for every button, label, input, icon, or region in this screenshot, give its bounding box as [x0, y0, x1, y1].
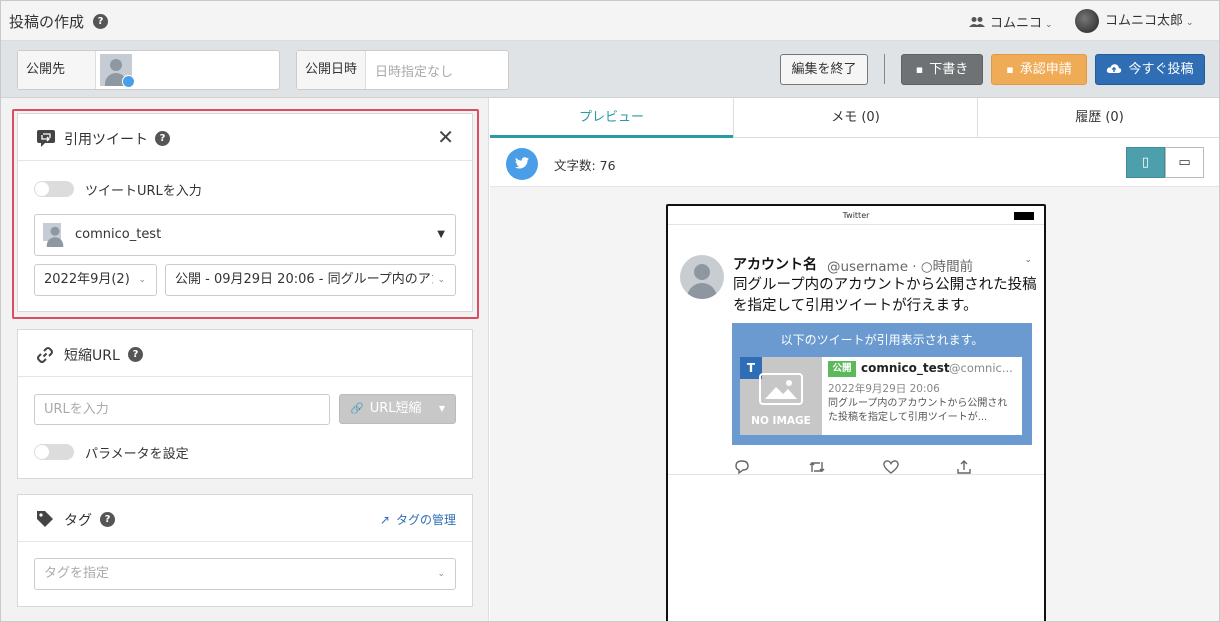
- user-menu[interactable]: コムニコ太郎 ⌄: [1075, 9, 1194, 33]
- desktop-view-button[interactable]: ▭: [1165, 147, 1204, 178]
- twitter-icon: [506, 148, 538, 180]
- team-icon: [969, 17, 985, 27]
- page-title: 投稿の作成: [9, 13, 85, 31]
- desktop-icon: ▭: [1178, 155, 1191, 170]
- tag-card-header: タグ ? ↗ タグの管理: [18, 495, 472, 542]
- parameter-toggle[interactable]: [34, 444, 74, 460]
- tag-select-value: タグを指定: [44, 566, 110, 581]
- save-draft-button[interactable]: ▪ 下書き: [901, 54, 983, 85]
- tweet-body: 同グループ内のアカウントから公開された投稿を指定して引用ツイートが行えます。: [733, 277, 1037, 314]
- manage-tags-link[interactable]: ↗ タグの管理: [380, 511, 456, 528]
- short-url-card-title: 短縮URL: [64, 348, 120, 364]
- no-image-thumbnail: T NO IMAGE: [740, 357, 822, 435]
- tag-card-title: タグ: [64, 513, 92, 529]
- reply-icon[interactable]: [734, 459, 750, 475]
- selected-account-avatar[interactable]: [100, 54, 135, 88]
- character-count: 文字数: 76: [554, 158, 616, 173]
- help-icon[interactable]: ?: [93, 14, 108, 29]
- tab-memo[interactable]: メモ (0): [734, 98, 977, 138]
- team-selector[interactable]: コムニコ ⌄: [969, 12, 1053, 31]
- quoted-tweet-header: 以下のツイートが引用表示されます。: [780, 333, 984, 347]
- battery-icon: [1014, 212, 1034, 220]
- quoted-account-name: comnico_test: [861, 361, 950, 375]
- share-icon[interactable]: [956, 459, 972, 475]
- tweet-actions: [732, 459, 1032, 481]
- finish-edit-button[interactable]: 編集を終了: [780, 54, 868, 85]
- publish-to-label: 公開先 ?: [18, 51, 96, 115]
- publish-date-input[interactable]: 日時指定なし: [375, 61, 453, 80]
- phone-status-bar: Twitter: [668, 206, 1044, 225]
- preview-info-row: 文字数: 76 ▯ ▭: [490, 138, 1219, 187]
- shorten-url-button[interactable]: 🔗 URL短縮 ▼: [339, 394, 456, 424]
- help-icon[interactable]: ?: [100, 512, 115, 527]
- quoted-handle: @comnic...: [949, 361, 1013, 375]
- team-name: コムニコ: [990, 16, 1043, 31]
- short-url-card: 短縮URL ? URLを入力 🔗 URL短縮 ▼ パラメータを設定: [17, 329, 473, 479]
- image-placeholder-icon: [759, 373, 803, 405]
- parameter-toggle-label: パラメータを設定: [85, 447, 189, 462]
- link-icon: 🔗: [350, 402, 364, 415]
- post-toolbar: 公開先 ? 公開日時 日時指定なし 編集を終了 ▪下書き ▪承認申請 今すぐ投稿: [1, 41, 1219, 115]
- tweet-avatar: [680, 255, 724, 299]
- quoted-tweet-card: T NO IMAGE 公開 comnico_test @comnic... 20…: [740, 357, 1022, 435]
- publish-date-label: 公開日時: [297, 51, 366, 89]
- app-window: 投稿の作成 ? コムニコ⌄ コムニコ太郎⌄ 公開先 ? 公開日時 日時指定なし: [0, 0, 1220, 622]
- mobile-view-button[interactable]: ▯: [1126, 147, 1165, 178]
- short-url-card-header: 短縮URL ?: [18, 330, 472, 377]
- chevron-down-icon: ⌄: [1024, 255, 1032, 265]
- help-icon[interactable]: ?: [128, 347, 143, 362]
- preview-tabs: プレビュー メモ (0) 履歴 (0): [490, 98, 1219, 138]
- publish-date-field[interactable]: 公開日時 日時指定なし: [296, 50, 509, 90]
- chevron-down-icon: ⌄: [437, 569, 445, 579]
- no-image-label: NO IMAGE: [751, 415, 811, 427]
- approval-icon: ▪: [1006, 63, 1014, 76]
- top-header: 投稿の作成 ? コムニコ ⌄ コムニコ太郎 ⌄: [1, 1, 1219, 41]
- status-badge: 公開: [828, 361, 856, 377]
- post-now-button[interactable]: 今すぐ投稿: [1095, 54, 1205, 85]
- tag-card: タグ ? ↗ タグの管理 タグを指定 ⌄: [17, 494, 473, 607]
- request-approval-button[interactable]: ▪ 承認申請: [991, 54, 1087, 85]
- toolbar-divider: [884, 54, 885, 84]
- quoted-tweet-box: 以下のツイートが引用表示されます。 T NO IMAGE 公開 comnico_…: [732, 323, 1032, 445]
- tweet-account-name: アカウント名: [733, 257, 817, 273]
- tag-icon: [37, 511, 53, 527]
- tweet-preview: アカウント名 @username · ○時間前 ⌄ 同グループ内のアカウントから…: [668, 225, 1044, 475]
- user-avatar: [1075, 9, 1099, 33]
- link-icon: [37, 347, 53, 363]
- external-link-icon: ↗: [379, 513, 390, 527]
- mobile-icon: ▯: [1141, 155, 1150, 170]
- quoted-date: 2022年9月29日 20:06: [828, 383, 940, 395]
- status-bar-title: Twitter: [842, 211, 870, 220]
- chevron-down-icon: ⌄: [1186, 17, 1194, 28]
- floppy-icon: ▪: [915, 63, 924, 76]
- like-icon[interactable]: [882, 459, 900, 475]
- cloud-upload-icon: [1107, 64, 1122, 73]
- retweet-icon[interactable]: [808, 459, 826, 475]
- user-name: コムニコ太郎: [1105, 13, 1184, 29]
- url-input[interactable]: URLを入力: [34, 394, 330, 425]
- quoted-text: 同グループ内のアカウントから公開された投稿を指定して引用ツイートが...: [828, 398, 1008, 423]
- highlight-frame: [12, 109, 479, 319]
- twitter-badge-icon: [122, 75, 135, 88]
- caret-down-icon: ▼: [438, 404, 445, 413]
- tag-select[interactable]: タグを指定 ⌄: [34, 558, 456, 590]
- chevron-down-icon: ⌄: [1045, 20, 1053, 30]
- tab-preview[interactable]: プレビュー: [490, 98, 733, 138]
- phone-preview: Twitter アカウント名 @username · ○時間前 ⌄ 同グループ内…: [666, 204, 1046, 621]
- publish-to-field[interactable]: 公開先 ?: [17, 50, 280, 115]
- tab-history[interactable]: 履歴 (0): [978, 98, 1219, 138]
- tweet-handle-time: @username · ○時間前: [827, 259, 974, 275]
